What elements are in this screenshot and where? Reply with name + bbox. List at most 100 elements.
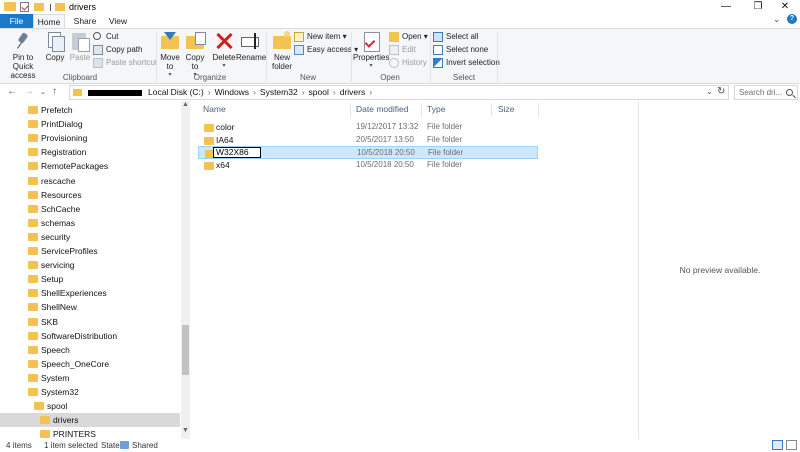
back-arrow-icon[interactable]: ←	[7, 86, 17, 97]
folder-icon	[28, 120, 38, 129]
tree-item-label: PRINTERS	[53, 429, 96, 439]
tree-item-label: SKB	[41, 316, 59, 327]
breadcrumb-system32[interactable]: System32	[260, 87, 298, 97]
cut-label: Cut	[106, 32, 119, 41]
cut-button[interactable]: Cut	[93, 31, 118, 43]
paste-button[interactable]: Paste	[68, 31, 92, 62]
copy-path-button[interactable]: Copy path	[93, 44, 142, 56]
copy-button[interactable]: Copy	[44, 31, 66, 62]
pin-to-quick-access-button[interactable]: Pin to Quick access	[2, 31, 44, 80]
column-divider[interactable]	[350, 103, 351, 117]
folder-icon[interactable]	[4, 2, 16, 11]
properties-button[interactable]: Properties ▾	[353, 31, 389, 71]
select-all-button[interactable]: Select all	[433, 31, 478, 43]
column-header-name[interactable]: Name	[203, 104, 226, 114]
column-header-type[interactable]: Type	[427, 104, 445, 114]
file-type: File folder	[428, 148, 464, 157]
folder-icon	[28, 373, 38, 382]
search-box[interactable]: Search dri...	[734, 85, 798, 100]
new-folder-quick-icon[interactable]	[34, 3, 44, 11]
help-icon[interactable]: ?	[787, 14, 797, 24]
easy-access-icon	[294, 45, 304, 55]
folder-icon	[28, 162, 38, 171]
breadcrumb-drivers[interactable]: drivers	[340, 87, 366, 97]
tab-home[interactable]: Home	[33, 14, 65, 28]
recent-locations-chevron-icon[interactable]: ⌄	[40, 88, 46, 96]
preview-message: No preview available.	[679, 265, 761, 275]
tree-item-label: Resources	[41, 189, 82, 200]
paste-shortcut-button[interactable]: Paste shortcut	[93, 57, 157, 69]
open-button[interactable]: Open ▾	[389, 31, 428, 43]
column-header-date[interactable]: Date modified	[356, 104, 408, 114]
file-row[interactable]: color 19/12/2017 13:32 File folder	[198, 121, 538, 134]
folder-icon	[28, 106, 38, 114]
select-none-icon	[433, 45, 443, 55]
new-folder-icon	[272, 31, 292, 51]
ribbon-expand-icon[interactable]: ⌄	[773, 14, 781, 25]
tree-item-label: Prefetch	[41, 105, 73, 115]
history-button[interactable]: History	[389, 57, 427, 69]
history-icon	[389, 58, 399, 68]
status-bar: 4 items 1 item selected State: Shared	[0, 439, 800, 452]
chevron-right-icon[interactable]: ›	[253, 87, 256, 97]
tab-file[interactable]: File	[0, 14, 33, 28]
new-item-button[interactable]: New item ▾	[294, 31, 347, 43]
folder-icon	[28, 232, 38, 241]
details-view-icon[interactable]	[772, 440, 783, 450]
ribbon-divider	[156, 32, 157, 82]
rename-label: Rename	[236, 53, 267, 62]
scroll-down-icon[interactable]: ▼	[182, 427, 189, 434]
forward-arrow-icon[interactable]: →	[24, 86, 34, 97]
paste-label: Paste	[69, 53, 91, 62]
edit-icon	[389, 45, 399, 55]
invert-selection-button[interactable]: Invert selection	[433, 57, 500, 69]
easy-access-button[interactable]: Easy access ▾	[294, 44, 358, 56]
dropdown-arrow-icon: ▾	[369, 63, 373, 69]
column-divider[interactable]	[491, 103, 492, 117]
up-arrow-icon[interactable]: ↑	[52, 86, 57, 97]
folder-icon	[28, 275, 38, 284]
chevron-right-icon[interactable]: ›	[333, 87, 336, 97]
chevron-right-icon[interactable]: ›	[208, 87, 211, 97]
tree-item-label: drivers	[53, 415, 79, 426]
organize-group-label: Organize	[193, 73, 227, 82]
breadcrumb-windows[interactable]: Windows	[215, 87, 249, 97]
file-date-modified: 10/5/2018 20:50	[356, 159, 414, 169]
clipboard-group-label: Clipboard	[62, 73, 98, 82]
file-type: File folder	[427, 159, 463, 169]
address-dropdown-icon[interactable]: ⌄	[706, 87, 713, 96]
tab-view[interactable]: View	[104, 14, 132, 28]
column-divider[interactable]	[538, 103, 539, 117]
navigation-scrollbar[interactable]: ▲ ▼	[181, 101, 190, 439]
scroll-up-icon[interactable]: ▲	[182, 101, 189, 108]
tab-share[interactable]: Share	[68, 14, 102, 28]
select-none-button[interactable]: Select none	[433, 44, 488, 56]
tree-item-label: RemotePackages	[41, 161, 109, 172]
file-date-modified: 19/12/2017 13:32	[356, 122, 419, 131]
properties-quick-icon[interactable]	[20, 2, 29, 12]
rename-input[interactable]: W32X86	[213, 147, 261, 158]
breadcrumb: Local Disk (C:) › Windows › System32 › spool › d…	[148, 87, 376, 97]
tree-item-label: PrintDialog	[41, 119, 83, 130]
file-row[interactable]: IA64 20/5/2017 13:50 File folder	[198, 134, 538, 147]
chevron-right-icon[interactable]: ›	[302, 87, 305, 97]
large-icons-view-icon[interactable]	[786, 440, 797, 450]
new-item-label: New item	[307, 32, 341, 41]
refresh-icon[interactable]: ↻	[717, 86, 725, 97]
edit-button[interactable]: Edit	[389, 44, 416, 56]
file-row[interactable]: x64 10/5/2018 20:50 File folder	[198, 159, 538, 172]
address-bar[interactable]: Local Disk (C:) › Windows › System32 › spool › d…	[69, 85, 729, 100]
column-divider[interactable]	[421, 103, 422, 117]
new-folder-button[interactable]: New folder	[268, 31, 296, 71]
chevron-right-icon[interactable]: ›	[369, 87, 372, 97]
rename-button[interactable]: Rename	[236, 31, 267, 62]
breadcrumb-spool[interactable]: spool	[309, 87, 329, 97]
delete-button[interactable]: Delete ▾	[210, 31, 238, 71]
column-header-size[interactable]: Size	[498, 104, 515, 114]
search-input[interactable]: Search dri...	[739, 88, 782, 97]
close-button[interactable]: ✕	[770, 0, 800, 14]
breadcrumb-local-disk[interactable]: Local Disk (C:)	[148, 87, 204, 97]
file-row[interactable]: W32X86 10/5/2018 20:50 File folder	[198, 146, 538, 159]
copy-path-icon	[93, 45, 103, 55]
scrollbar-thumb[interactable]	[182, 325, 189, 375]
